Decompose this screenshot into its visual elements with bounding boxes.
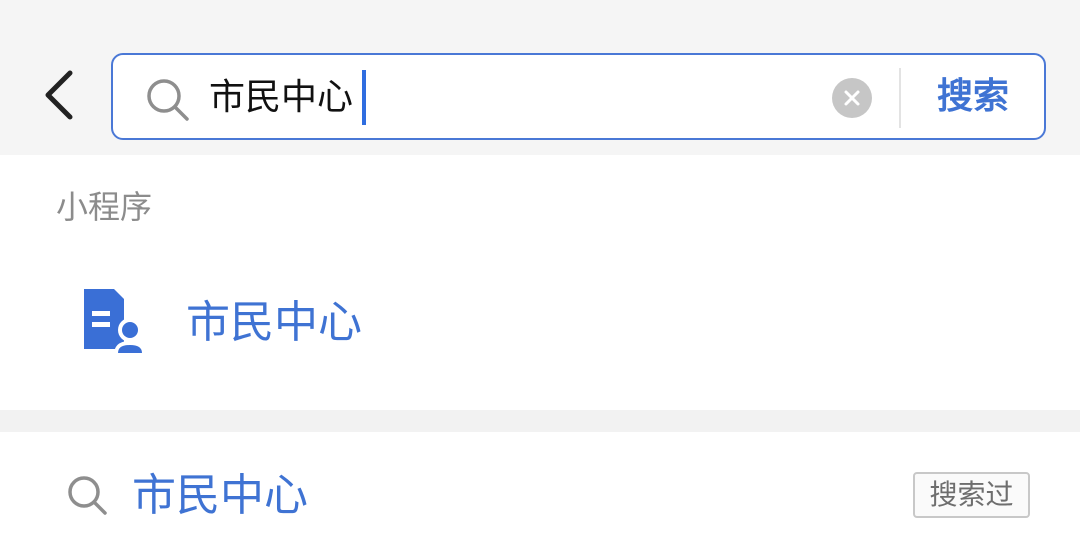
- search-input[interactable]: 市民中心: [209, 73, 353, 123]
- search-header: 市民中心 搜索: [0, 0, 1080, 155]
- citizen-center-app-icon: [78, 285, 150, 357]
- search-icon: [64, 472, 110, 518]
- search-input-box[interactable]: 市民中心 搜索: [111, 53, 1046, 140]
- mini-program-section: 小程序 市民中心: [0, 155, 1080, 410]
- mini-program-item[interactable]: 市民中心: [0, 265, 1080, 385]
- search-icon: [143, 75, 193, 125]
- searched-badge: 搜索过: [913, 472, 1030, 518]
- mini-program-label: 市民中心: [186, 297, 362, 348]
- back-button[interactable]: [30, 62, 86, 128]
- search-button[interactable]: 搜索: [918, 71, 1028, 123]
- clear-button[interactable]: [832, 78, 872, 118]
- search-history-item[interactable]: 市民中心 搜索过: [0, 432, 1080, 542]
- clear-icon: [844, 90, 860, 106]
- chevron-left-icon: [45, 70, 73, 120]
- section-title: 小程序: [56, 188, 153, 226]
- section-gap: [0, 410, 1080, 432]
- history-label: 市民中心: [132, 470, 308, 521]
- text-caret: [362, 70, 366, 125]
- search-divider: [899, 68, 901, 128]
